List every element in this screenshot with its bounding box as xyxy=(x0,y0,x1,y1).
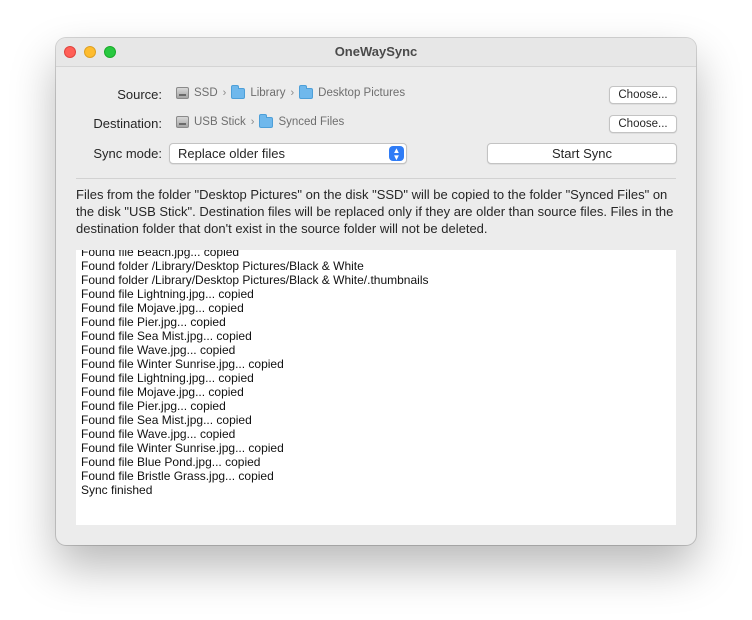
log-line: Found folder /Library/Desktop Pictures/B… xyxy=(81,259,364,273)
sync-mode-value: Replace older files xyxy=(178,146,285,161)
destination-label: Destination: xyxy=(93,116,162,131)
sync-mode-label: Sync mode: xyxy=(93,146,162,161)
log-line: Found file Winter Sunrise.jpg... copied xyxy=(81,441,284,455)
source-path-disk[interactable]: SSD xyxy=(176,87,218,99)
log-line: Found file Lightning.jpg... copied xyxy=(81,371,254,385)
log-line: Found file Lightning.jpg... copied xyxy=(81,287,254,301)
destination-path[interactable]: USB Stick › Synced Files xyxy=(176,113,344,128)
source-path[interactable]: SSD › Library › Desktop Pictures xyxy=(176,84,405,99)
disk-icon xyxy=(176,116,189,128)
log-line: Found file Bristle Grass.jpg... copied xyxy=(81,469,274,483)
app-window: OneWaySync Source: SSD › Library › Deskt… xyxy=(56,38,696,545)
destination-path-disk[interactable]: USB Stick xyxy=(176,116,246,128)
divider xyxy=(76,178,676,179)
chevron-right-icon: › xyxy=(222,87,227,99)
destination-path-folder-synced-files[interactable]: Synced Files xyxy=(259,113,344,128)
folder-icon xyxy=(299,84,314,99)
log-line: Found file Mojave.jpg... copied xyxy=(81,385,244,399)
sync-log[interactable]: Found file Beach.jpg... copied Found fol… xyxy=(76,250,676,525)
window-title: OneWaySync xyxy=(334,44,418,59)
chevron-right-icon: › xyxy=(290,87,295,99)
title-bar[interactable]: OneWaySync xyxy=(56,38,696,67)
sync-mode-select[interactable]: Replace older files ▲ ▼ xyxy=(169,143,407,164)
disk-icon xyxy=(176,87,189,99)
chevron-right-icon: › xyxy=(250,116,255,128)
log-line: Found file Mojave.jpg... copied xyxy=(81,301,244,315)
log-line: Found file Sea Mist.jpg... copied xyxy=(81,413,252,427)
log-line: Found file Blue Pond.jpg... copied xyxy=(81,455,261,469)
log-line: Found folder /Library/Desktop Pictures/B… xyxy=(81,273,429,287)
start-sync-button[interactable]: Start Sync xyxy=(487,143,677,164)
sync-description: Files from the folder "Desktop Pictures"… xyxy=(76,187,674,236)
destination-choose-button[interactable]: Choose... xyxy=(609,115,677,133)
log-line: Sync finished xyxy=(81,483,153,497)
sync-log-lines: Found file Beach.jpg... copied Found fol… xyxy=(81,250,428,497)
log-line: Found file Pier.jpg... copied xyxy=(81,399,226,413)
log-line: Found file Wave.jpg... copied xyxy=(81,343,236,357)
log-line: Found file Pier.jpg... copied xyxy=(81,315,226,329)
log-line: Found file Winter Sunrise.jpg... copied xyxy=(81,357,284,371)
folder-icon xyxy=(259,113,274,128)
log-line: Found file Sea Mist.jpg... copied xyxy=(81,329,252,343)
chevron-up-down-icon: ▲ ▼ xyxy=(389,146,404,161)
folder-icon xyxy=(231,84,246,99)
source-choose-button[interactable]: Choose... xyxy=(609,86,677,104)
log-line: Found file Wave.jpg... copied xyxy=(81,427,236,441)
log-line: Found file Beach.jpg... copied xyxy=(81,250,240,259)
source-path-folder-library[interactable]: Library xyxy=(231,84,285,99)
source-path-folder-desktop-pictures[interactable]: Desktop Pictures xyxy=(299,84,405,99)
source-label: Source: xyxy=(117,87,162,102)
